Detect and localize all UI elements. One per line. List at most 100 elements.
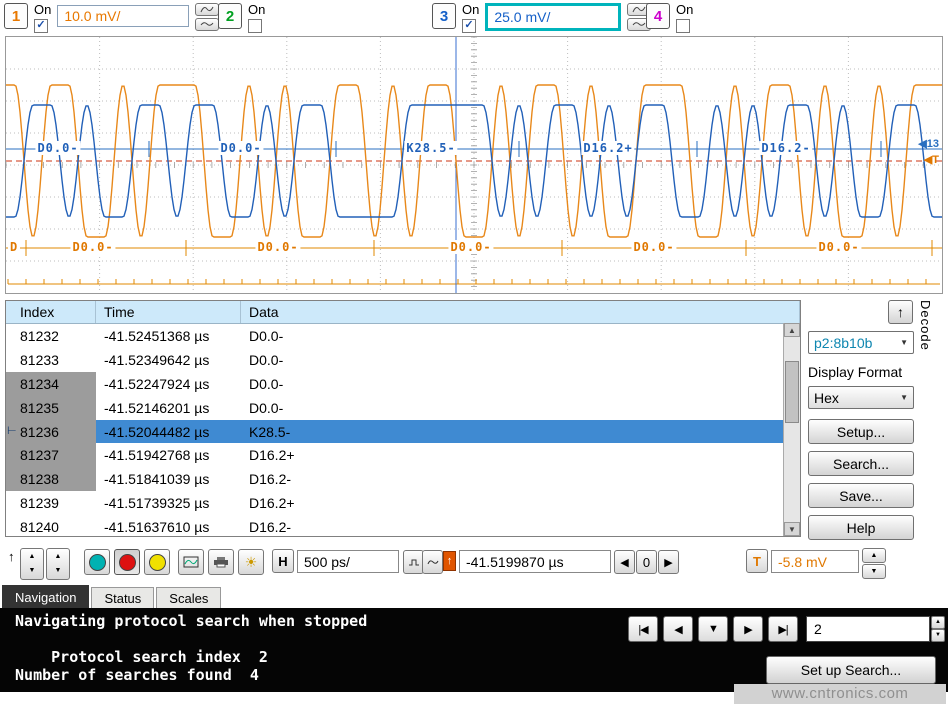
tab-status[interactable]: Status	[91, 587, 154, 608]
search-button[interactable]: Search...	[808, 451, 914, 476]
table-row[interactable]: 81237-41.51942768 µsD16.2+	[6, 443, 800, 467]
set-up-search-button[interactable]: Set up Search...	[766, 656, 936, 684]
channel-3-on-checkbox[interactable]: ✓	[462, 19, 476, 33]
decode-source-dropdown[interactable]: p2:8b10b ▼	[808, 331, 914, 354]
cell-index: 81238	[6, 467, 96, 491]
up-arrow-icon: ▲	[55, 552, 62, 562]
down-arrow-icon: ▼	[55, 566, 62, 576]
channel-1-on-checkbox[interactable]: ✓	[34, 19, 48, 33]
chevron-down-icon: ▼	[900, 393, 908, 402]
trigger-level-stepper: ▲ ▼	[862, 548, 886, 579]
channel-1-scale-down-button[interactable]	[195, 18, 219, 31]
nav-first-button[interactable]: |◀	[628, 616, 658, 642]
decode-bus-label: D0.0-	[816, 240, 861, 254]
waveform-icon	[200, 5, 214, 14]
horizontal-position-field[interactable]: -41.5199870 µs	[459, 550, 611, 573]
cell-time: -41.51637610 µs	[96, 515, 241, 537]
up-arrow-icon: ▲	[29, 552, 36, 562]
position-right-button[interactable]: ▶	[658, 550, 679, 574]
cell-data: D0.0-	[241, 372, 800, 396]
cell-data: D0.0-	[241, 396, 800, 420]
tab-navigation[interactable]: Navigation	[2, 585, 89, 608]
setup-button[interactable]: Setup...	[808, 419, 914, 444]
scroll-down-button[interactable]: ▼	[784, 522, 800, 536]
brightness-button[interactable]: ☀	[238, 549, 264, 575]
table-row[interactable]: 81232-41.52451368 µsD0.0-	[6, 324, 800, 348]
printer-button[interactable]	[208, 549, 234, 575]
channel-2-button[interactable]: 2	[218, 3, 242, 29]
decode-bus-label: D0.0-	[448, 240, 493, 254]
search-index-up-button[interactable]: ▲	[931, 616, 945, 629]
scrollbar-thumb[interactable]	[785, 361, 799, 423]
table-row[interactable]: 81233-41.52349642 µsD0.0-	[6, 348, 800, 372]
channel-1-scale-up-button[interactable]	[195, 3, 219, 16]
column-header-data[interactable]: Data	[241, 301, 800, 323]
display-tools-group: ☀	[178, 549, 264, 575]
channel-1-button[interactable]: 1	[4, 3, 28, 29]
oscilloscope-app: 1 On ✓ 10.0 mV/ 2 On 3 On ✓ 25.0 mV/	[0, 0, 948, 706]
channel-4-on-checkbox[interactable]	[676, 19, 690, 33]
cell-index: 81236	[6, 420, 96, 444]
channel-2-on-checkbox[interactable]	[248, 19, 262, 33]
listing-scrollbar[interactable]: ▲ ▼	[783, 323, 800, 536]
cell-data: D16.2-	[241, 515, 800, 537]
waveform-display[interactable]: ◀13 ◀T D0.0-D0.0-K28.5-D16.2+D16.2-DD0.0…	[5, 36, 943, 294]
column-header-time[interactable]: Time	[96, 301, 241, 323]
table-row[interactable]: 81239-41.51739325 µsD16.2+	[6, 491, 800, 515]
marker-button-1[interactable]	[84, 549, 110, 575]
marker-button-2[interactable]	[114, 549, 140, 575]
table-row[interactable]: 81234-41.52247924 µsD0.0-	[6, 372, 800, 396]
cell-time: -41.52451368 µs	[96, 324, 241, 348]
vertical-adjust-stepper-1[interactable]: ▲ ▼	[20, 548, 44, 580]
channel-reference-marker[interactable]: ◀13	[918, 137, 939, 150]
horizontal-scale-button[interactable]: H	[272, 549, 294, 573]
channel-3-button[interactable]: 3	[432, 3, 456, 29]
cell-time: -41.52044482 µs	[96, 420, 241, 444]
listing-header: Index Time Data	[6, 301, 800, 324]
printer-icon	[213, 556, 229, 568]
screen-waveform-button[interactable]	[178, 549, 204, 575]
channel-1-scale-field[interactable]: 10.0 mV/	[57, 5, 189, 27]
decode-bus-label: D16.2+	[581, 141, 634, 155]
position-zero-button[interactable]: 0	[636, 550, 657, 574]
tab-scales[interactable]: Scales	[156, 587, 221, 608]
trigger-level-down-button[interactable]: ▼	[862, 564, 886, 579]
hzoom-out-button[interactable]	[403, 550, 424, 574]
save-button[interactable]: Save...	[808, 483, 914, 508]
table-row[interactable]: 81238-41.51841039 µsD16.2-	[6, 467, 800, 491]
sine-icon	[427, 558, 439, 567]
trigger-level-up-button[interactable]: ▲	[862, 548, 886, 563]
waveform-plot	[6, 37, 942, 293]
help-button[interactable]: Help	[808, 515, 914, 540]
vertical-adjust-stepper-2[interactable]: ▲ ▼	[46, 548, 70, 580]
table-row[interactable]: 81236-41.52044482 µsK28.5-⊢	[6, 420, 800, 444]
decode-panel-up-button[interactable]: ↑	[888, 300, 913, 324]
table-row[interactable]: 81240-41.51637610 µsD16.2-	[6, 515, 800, 537]
column-header-index[interactable]: Index	[6, 301, 96, 323]
trigger-button[interactable]: T	[746, 549, 768, 573]
cell-index: 81235	[6, 396, 96, 420]
nav-next-button[interactable]: ▶	[733, 616, 763, 642]
display-format-dropdown[interactable]: Hex ▼	[808, 386, 914, 409]
nav-prev-button[interactable]: ◀	[663, 616, 693, 642]
trigger-level-marker[interactable]: ◀T	[924, 153, 939, 166]
table-row[interactable]: 81235-41.52146201 µsD0.0-	[6, 396, 800, 420]
nav-current-button[interactable]: ▼	[698, 616, 728, 642]
hzoom-in-button[interactable]	[422, 550, 443, 574]
marker-button-3[interactable]	[144, 549, 170, 575]
channel-3-on-label: On	[462, 3, 479, 17]
channel-4-button[interactable]: 4	[646, 3, 670, 29]
search-index-field[interactable]: 2	[806, 616, 930, 642]
channel-3-scale-field[interactable]: 25.0 mV/	[485, 3, 621, 31]
decode-bus-label: D0.0-	[631, 240, 676, 254]
decode-bus-label: D0.0-	[218, 141, 263, 155]
pan-up-button[interactable]: ↑	[2, 548, 21, 565]
channel-3-group: 3 On ✓ 25.0 mV/	[432, 3, 651, 33]
trigger-level-field[interactable]: -5.8 mV	[771, 550, 859, 573]
scroll-up-button[interactable]: ▲	[784, 323, 800, 337]
position-left-button[interactable]: ◀	[614, 550, 635, 574]
search-index-down-button[interactable]: ▼	[931, 629, 945, 642]
decode-bus-label: K28.5-	[404, 141, 457, 155]
nav-last-button[interactable]: ▶|	[768, 616, 798, 642]
timebase-field[interactable]: 500 ps/	[297, 550, 399, 573]
